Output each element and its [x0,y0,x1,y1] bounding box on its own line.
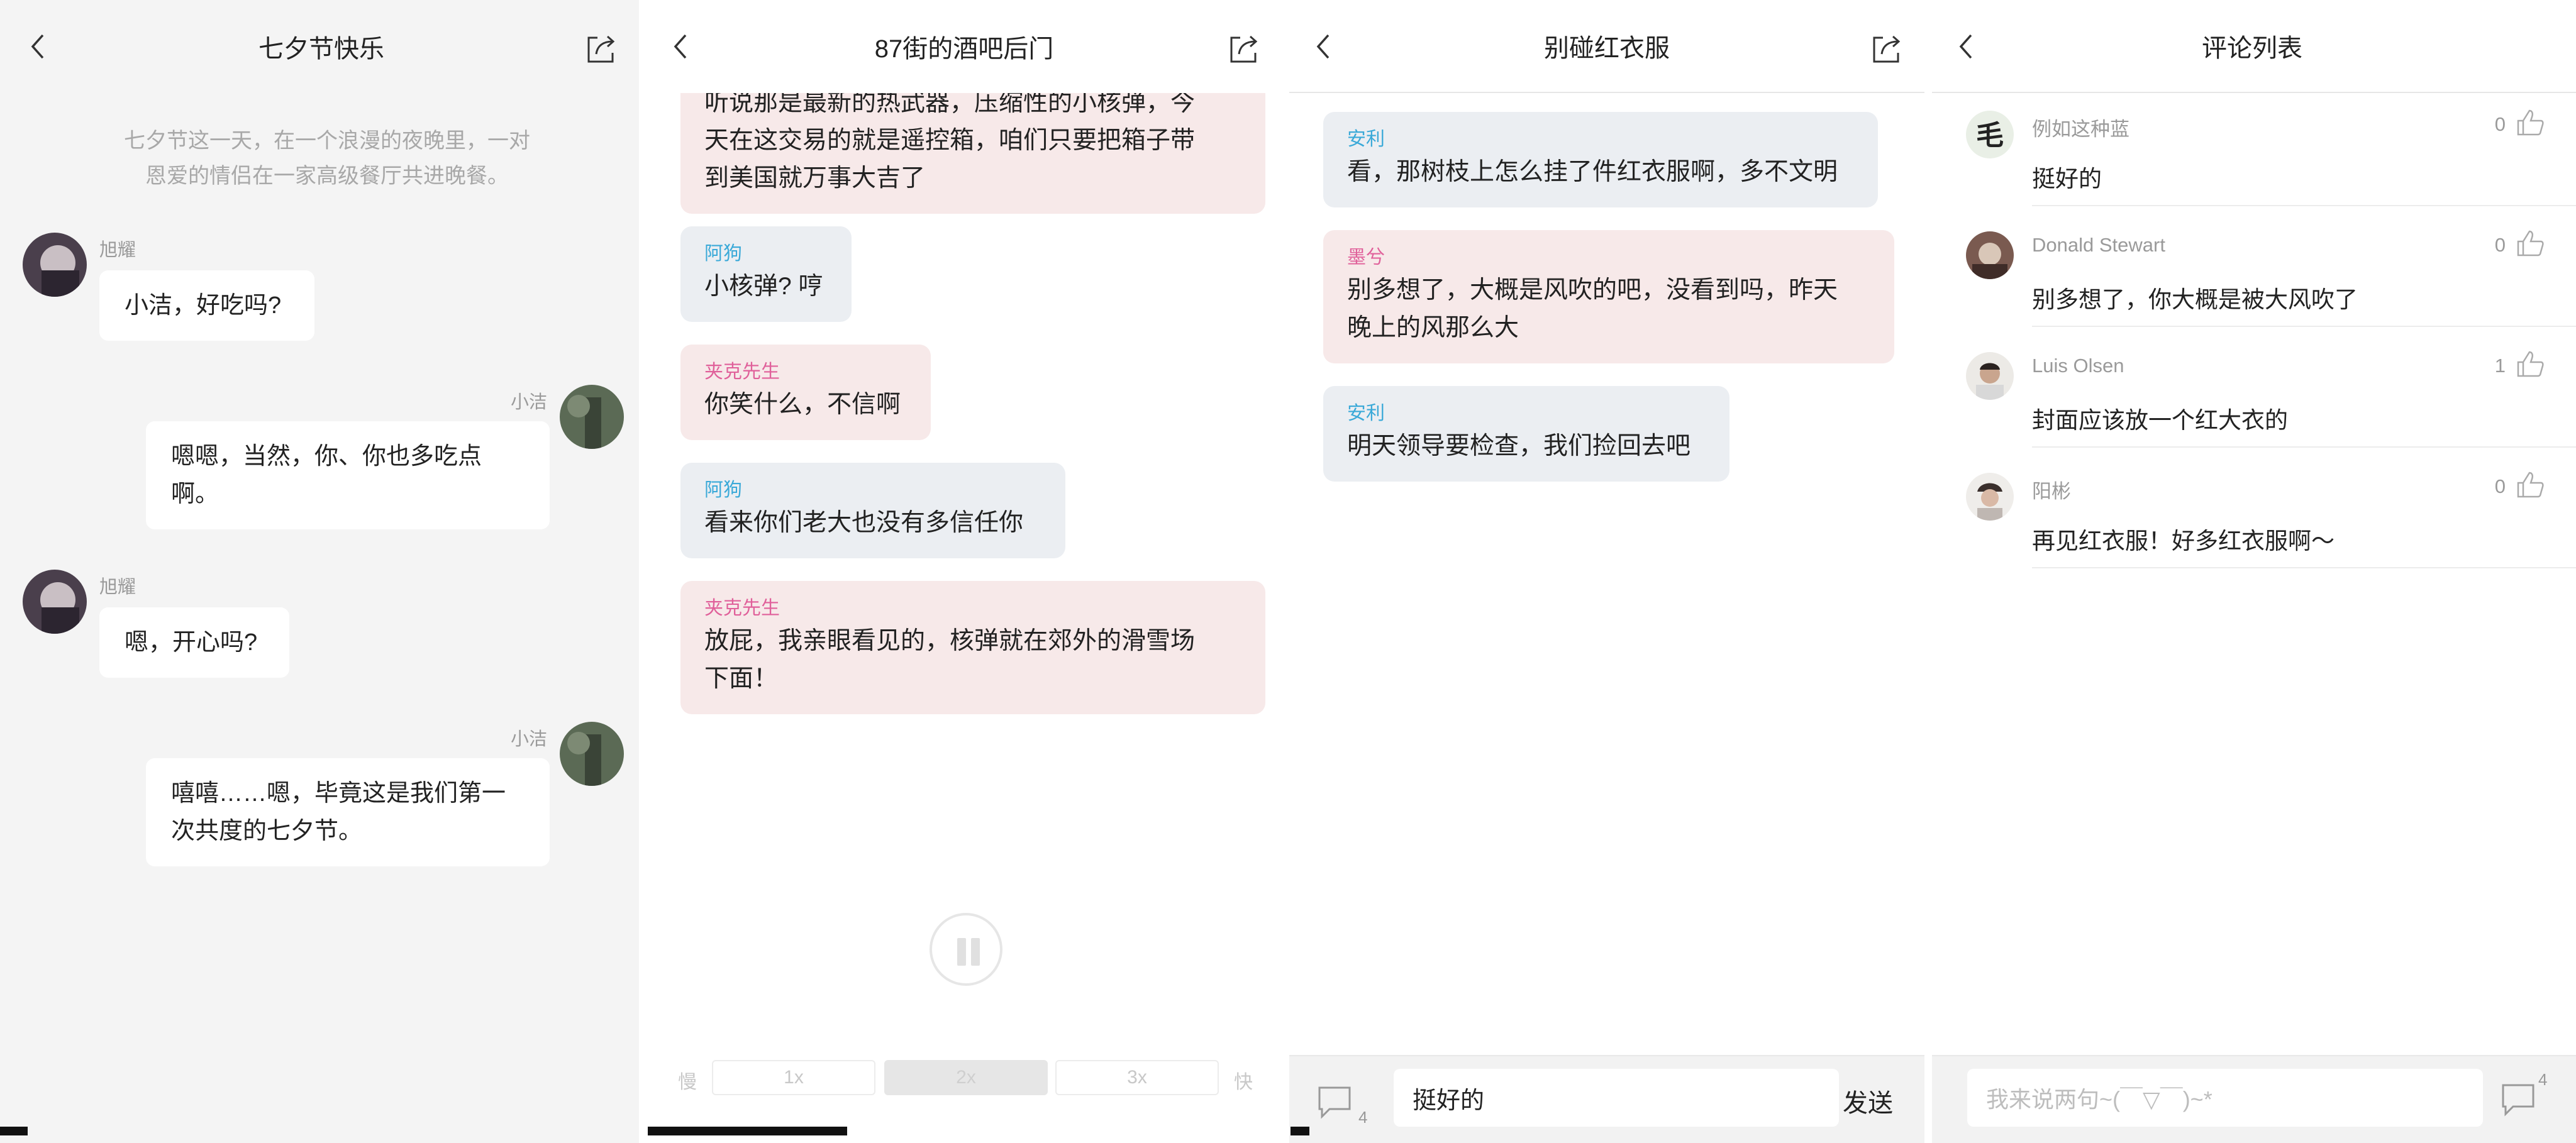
pause-button[interactable] [930,913,1002,986]
message-bubble: 夹克先生 你笑什么，不信啊 [680,345,931,440]
avatar[interactable] [1966,231,2014,279]
comment-text: 挺好的 [2032,166,2102,192]
thumbs-up-icon[interactable] [2516,108,2545,137]
reading-progress-bar [648,1127,847,1135]
divider [2032,446,2576,448]
sender-name: 小洁 [511,729,548,749]
sender-name: 旭耀 [99,240,136,260]
panel-separator [639,0,647,1143]
message-bubble: 听说那是最新的热武器，压缩性的小核弹，今 天在这交易的就是遥控箱，咱们只要把箱子… [680,93,1265,214]
top-navbar: 别碰红衣服 [1285,0,1928,93]
panel-separator [1282,0,1289,1143]
story-panel-red-clothes: 别碰红衣服 安利 看，那树枝上怎么挂了件红衣服啊，多不文明 墨兮 别多想了，大概… [1285,0,1928,1143]
back-arrow-icon[interactable] [24,31,54,62]
divider [2032,567,2576,568]
avatar[interactable] [23,570,87,634]
thumbs-up-icon[interactable] [2516,470,2545,499]
message-bubble: 墨兮 别多想了，大概是风吹的吧，没看到吗，昨天 晚上的风那么大 [1323,230,1894,363]
comment-input-bar: 4 挺好的 发送 [1285,1055,1928,1143]
avatar[interactable]: 毛 [1966,111,2014,158]
story-panel-qixi: 七夕节快乐 七夕节这一天，在一个浪漫的夜晚里，一对 恩爱的情侣在一家高级餐厅共进… [0,0,643,1143]
message-bubble: 阿狗 看来你们老大也没有多信任你 [680,463,1065,558]
comment-text: 别多想了，你大概是被大风吹了 [2032,287,2358,312]
sender-name: 安利 [1347,403,1385,424]
message-bubble: 小洁，好吃吗? [99,270,314,341]
send-button[interactable]: 发送 [1843,1083,1893,1119]
comment-user: 例如这种蓝 [2032,118,2129,140]
like-count: 0 [2494,475,2506,497]
back-arrow-icon[interactable] [1952,31,1982,62]
sender-name: 小洁 [511,392,548,412]
thumbs-up-icon[interactable] [2516,229,2545,258]
comment-input-bar: 我来说两句~(￣▽￣)~* 4 [1928,1055,2576,1143]
avatar[interactable] [1966,473,2014,521]
comment-text: 封面应该放一个红大衣的 [2032,407,2288,433]
comment-user: 阳彬 [2032,480,2071,502]
comment-text: 再见红衣服！好多红衣服啊～ [2032,528,2334,554]
divider [2032,205,2576,206]
pause-icon [957,938,966,966]
page-title: 别碰红衣服 [1544,35,1670,62]
avatar[interactable] [1966,352,2014,400]
thumbs-up-icon[interactable] [2516,350,2545,378]
comment-icon[interactable] [2501,1081,2538,1117]
avatar[interactable] [560,722,624,786]
top-navbar: 评论列表 [1928,0,2576,93]
story-panel-bar: 87街的酒吧后门 听说那是最新的热武器，压缩性的小核弹，今 天在这交易的就是遥控… [643,0,1285,1143]
share-icon[interactable] [1226,31,1262,67]
comment-count: 4 [2538,1070,2548,1089]
like-count: 0 [2494,234,2506,256]
top-navbar: 七夕节快乐 [0,0,643,93]
comment-icon[interactable] [1317,1084,1355,1119]
divider [2032,326,2576,327]
page-title: 87街的酒吧后门 [874,35,1054,63]
speed-2x-button[interactable]: 2x [884,1060,1048,1095]
speed-slow-label: 慢 [678,1072,697,1093]
svg-text:毛: 毛 [1976,119,2004,152]
comment-user: Luis Olsen [2032,355,2124,377]
message-bubble: 阿狗 小核弹? 哼 [680,226,852,322]
comment-input[interactable]: 挺好的 [1394,1069,1839,1127]
top-navbar: 87街的酒吧后门 [643,0,1285,93]
reading-progress-bar [1291,1127,1309,1135]
message-bubble: 嘻嘻……嗯，毕竟这是我们第一 次共度的七夕节。 [146,758,550,866]
chat-scroll-area[interactable]: 听说那是最新的热武器，压缩性的小核弹，今 天在这交易的就是遥控箱，咱们只要把箱子… [643,93,1285,1036]
page-title: 评论列表 [2202,35,2302,62]
sender-name: 墨兮 [1347,247,1385,268]
back-arrow-icon[interactable] [667,31,697,62]
like-count: 1 [2494,355,2506,377]
avatar[interactable] [560,385,624,449]
comment-count: 4 [1358,1108,1368,1127]
message-bubble: 嗯，开心吗? [99,607,289,678]
story-intro: 七夕节这一天，在一个浪漫的夜晚里，一对 恩爱的情侣在一家高级餐厅共进晚餐。 [124,129,530,188]
sender-name: 旭耀 [99,577,136,597]
back-arrow-icon[interactable] [1309,31,1340,62]
share-icon[interactable] [584,31,619,67]
speed-3x-button[interactable]: 3x [1055,1060,1219,1095]
comment-user: Donald Stewart [2032,234,2165,256]
speed-fast-label: 快 [1234,1072,1253,1093]
avatar[interactable] [23,233,87,297]
panel-separator [1924,0,1932,1143]
comment-list-panel: 评论列表 毛 例如这种蓝 挺好的 0 Donald Stewart 别多想了，你… [1928,0,2576,1143]
message-bubble: 安利 看，那树枝上怎么挂了件红衣服啊，多不文明 [1323,112,1878,207]
sender-name: 安利 [1347,129,1385,150]
message-bubble: 夹克先生 放屁，我亲眼看见的，核弹就在郊外的滑雪场 下面！ [680,581,1265,714]
reading-progress-bar [0,1127,28,1135]
like-count: 0 [2494,113,2506,135]
speed-1x-button[interactable]: 1x [712,1060,875,1095]
comment-input[interactable]: 我来说两句~(￣▽￣)~* [1967,1069,2483,1127]
share-icon[interactable] [1869,31,1904,67]
message-bubble: 嗯嗯，当然，你、你也多吃点 啊。 [146,421,550,529]
sender-name: 夹克先生 [704,598,780,619]
sender-name: 夹克先生 [704,362,780,382]
page-title: 七夕节快乐 [258,35,384,63]
sender-name: 阿狗 [704,480,742,500]
sender-name: 阿狗 [704,243,742,264]
message-bubble: 安利 明天领导要检查，我们捡回去吧 [1323,386,1729,482]
